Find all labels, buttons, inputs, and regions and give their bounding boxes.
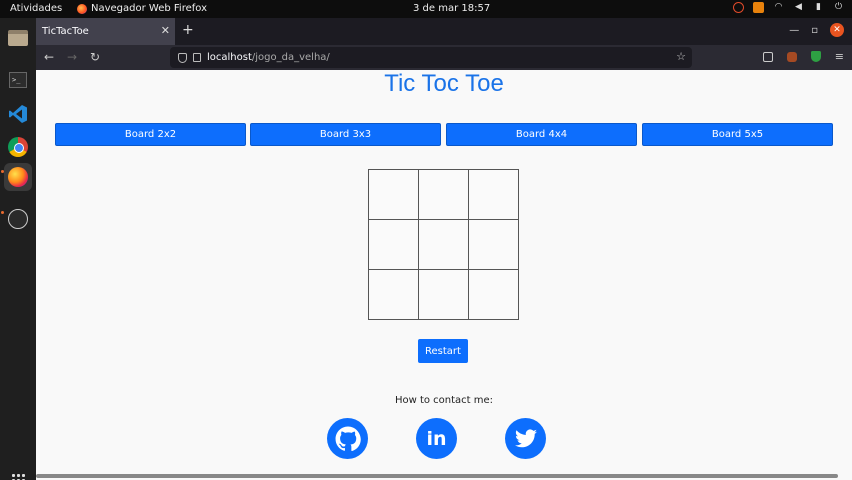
reload-icon[interactable]: ↻ [90,50,100,64]
forward-icon[interactable]: → [67,50,77,64]
app-menu[interactable]: Navegador Web Firefox [77,3,207,14]
close-window-icon[interactable]: ✕ [830,23,844,37]
github-icon [335,426,361,451]
browser-tab[interactable]: TicTacToe ✕ [36,18,175,45]
firefox-mini-icon [77,3,87,14]
dock: >_ [0,18,36,480]
back-icon[interactable]: ← [44,50,54,64]
close-tab-icon[interactable]: ✕ [161,24,170,37]
bookmark-star-icon[interactable]: ☆ [676,50,686,63]
hamburger-menu-icon[interactable]: ≡ [835,50,844,63]
board-cell[interactable] [369,220,419,270]
board-cell[interactable] [419,170,469,220]
tracking-shield-icon[interactable] [178,52,187,63]
board-3x3-button[interactable]: Board 3x3 [250,123,441,146]
vscode-icon [9,105,27,123]
chrome-icon [8,137,28,157]
extension-icon[interactable] [786,51,797,62]
adblock-extension-icon[interactable] [810,51,821,62]
obs-app-button[interactable] [4,205,32,233]
firefox-app-button[interactable] [4,163,32,191]
pocket-icon[interactable] [762,51,773,62]
board-cell[interactable] [469,170,519,220]
notification-icon[interactable] [753,2,764,13]
terminal-app-button[interactable]: >_ [4,66,32,94]
board-cell[interactable] [469,270,519,320]
window-controls: — ▫ ✕ [789,23,844,37]
board-5x5-button[interactable]: Board 5x5 [642,123,833,146]
maximize-icon[interactable]: ▫ [811,25,818,36]
obs-icon [8,209,28,229]
board-cell[interactable] [469,220,519,270]
terminal-icon: >_ [9,72,27,88]
board-cell[interactable] [419,270,469,320]
linkedin-link[interactable]: in [416,418,457,459]
chrome-app-button[interactable] [4,133,32,161]
url-bar[interactable]: localhost/jogo_da_velha/ ☆ [170,47,692,68]
linkedin-icon: in [426,427,447,450]
twitter-link[interactable] [505,418,546,459]
update-icon[interactable] [733,2,744,13]
board-cell[interactable] [419,220,469,270]
vscode-app-button[interactable] [4,100,32,128]
wifi-icon[interactable]: ◠ [773,2,784,13]
toolbar-extensions: ≡ [762,50,844,63]
page-title: Tic Toc Toe [384,70,504,97]
files-app-button[interactable] [4,24,32,52]
board-4x4-button[interactable]: Board 4x4 [446,123,637,146]
board-2x2-button[interactable]: Board 2x2 [55,123,246,146]
folder-icon [8,30,28,46]
url-text: localhost/jogo_da_velha/ [207,52,330,63]
clock[interactable]: 3 de mar 18:57 [413,3,490,14]
power-icon[interactable]: ⏻ [833,2,844,13]
firefox-icon [8,167,28,187]
game-board [368,169,519,320]
browser-nav-bar: ← → ↻ localhost/jogo_da_velha/ ☆ ≡ [36,45,852,70]
url-host: localhost [207,52,252,63]
system-tray[interactable]: ◠ ◀ ▮ ⏻ [733,2,844,13]
url-path: /jogo_da_velha/ [251,52,330,63]
page-info-icon[interactable] [193,53,201,62]
tab-title: TicTacToe [42,26,89,37]
twitter-icon [514,428,537,447]
minimize-icon[interactable]: — [789,25,799,36]
new-tab-icon[interactable]: + [182,22,194,38]
volume-icon[interactable]: ◀ [793,2,804,13]
app-grid-icon [11,473,25,480]
show-applications-button[interactable] [4,466,32,480]
restart-button[interactable]: Restart [418,339,468,363]
activities-button[interactable]: Atividades [10,3,62,14]
contact-label: How to contact me: [394,395,494,406]
app-menu-label: Navegador Web Firefox [91,3,207,14]
github-link[interactable] [327,418,368,459]
board-cell[interactable] [369,270,419,320]
system-top-bar: Atividades Navegador Web Firefox 3 de ma… [0,0,852,18]
board-cell[interactable] [369,170,419,220]
browser-tab-bar: TicTacToe ✕ + — ▫ ✕ [36,18,852,45]
web-page: Tic Toc Toe Board 2x2 Board 3x3 Board 4x… [36,70,852,480]
horizontal-scrollbar[interactable] [36,474,838,478]
microphone-icon[interactable]: ▮ [813,2,824,13]
